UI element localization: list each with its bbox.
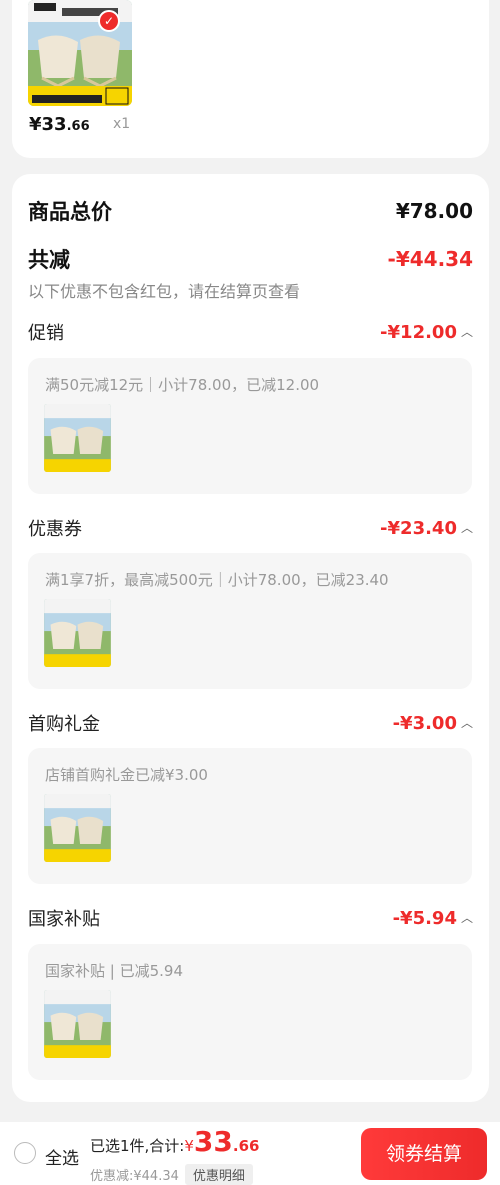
total-reduce-label: 共减 bbox=[28, 248, 70, 272]
total-summary: 已选1件,合计: ¥ 33 .66 bbox=[90, 1128, 259, 1156]
product-price: ¥33.66 bbox=[29, 114, 90, 135]
select-all-label[interactable]: 全选 bbox=[45, 1144, 79, 1169]
discount-breakdown-card: 商品总价 ¥78.00 共减 -¥44.34 以下优惠不包含红包，请在结算页查看… bbox=[12, 174, 489, 1102]
product-card: ✓ ¥33.66 x1 bbox=[12, 0, 489, 158]
discount-note: 以下优惠不包含红包，请在结算页查看 bbox=[28, 282, 301, 301]
chevron-up-icon: ︿ bbox=[460, 910, 473, 925]
section-value: -¥5.94 bbox=[392, 907, 457, 929]
section-title: 首购礼金 bbox=[28, 714, 100, 735]
section-value: -¥12.00 bbox=[380, 321, 457, 343]
section-promotion-header[interactable]: 促销 -¥12.00 ︿ bbox=[28, 319, 473, 345]
section-desc: 满1享7折，最高减500元｜小计78.00，已减23.40 bbox=[45, 571, 389, 589]
select-all-radio[interactable] bbox=[14, 1142, 36, 1164]
section-title: 促销 bbox=[28, 323, 64, 344]
section-coupon-detail: 满1享7折，最高减500元｜小计78.00，已减23.40 bbox=[28, 553, 472, 689]
goods-total-value: ¥78.00 bbox=[395, 199, 473, 223]
chevron-up-icon: ︿ bbox=[460, 715, 473, 730]
product-quantity: x1 bbox=[113, 116, 131, 132]
section-national-subsidy-detail: 国家补贴 | 已减5.94 bbox=[28, 944, 472, 1080]
saving-row: 优惠减:¥44.34 优惠明细 bbox=[90, 1164, 253, 1185]
section-desc: 满50元减12元｜小计78.00，已减12.00 bbox=[45, 376, 320, 394]
section-promotion-detail: 满50元减12元｜小计78.00，已减12.00 bbox=[28, 358, 472, 494]
section-first-purchase-header[interactable]: 首购礼金 -¥3.00 ︿ bbox=[28, 710, 473, 736]
product-thumbnail bbox=[44, 990, 111, 1058]
chevron-up-icon: ︿ bbox=[460, 324, 473, 339]
section-desc: 店铺首购礼金已减¥3.00 bbox=[45, 766, 208, 784]
section-title: 国家补贴 bbox=[28, 909, 100, 930]
product-thumbnail bbox=[44, 794, 111, 862]
chevron-up-icon: ︿ bbox=[460, 520, 473, 535]
section-national-subsidy-header[interactable]: 国家补贴 -¥5.94 ︿ bbox=[28, 905, 473, 931]
total-amount-int: 33 bbox=[193, 1125, 233, 1158]
goods-total-row: 商品总价 ¥78.00 bbox=[28, 196, 473, 226]
checkout-button[interactable]: 领券结算 bbox=[361, 1128, 487, 1180]
section-desc: 国家补贴 | 已减5.94 bbox=[45, 962, 183, 980]
goods-total-label: 商品总价 bbox=[28, 200, 112, 224]
total-amount-dec: .66 bbox=[232, 1137, 260, 1155]
total-reduce-row: 共减 -¥44.34 bbox=[28, 244, 473, 274]
total-reduce-value: -¥44.34 bbox=[387, 247, 473, 271]
section-coupon-header[interactable]: 优惠券 -¥23.40 ︿ bbox=[28, 515, 473, 541]
product-thumbnail bbox=[44, 599, 111, 667]
section-value: -¥3.00 bbox=[392, 712, 457, 734]
section-first-purchase-detail: 店铺首购礼金已减¥3.00 bbox=[28, 748, 472, 884]
selected-count-text: 已选1件,合计: bbox=[90, 1137, 185, 1155]
discount-detail-button[interactable]: 优惠明细 bbox=[184, 1164, 253, 1185]
section-value: -¥23.40 bbox=[380, 517, 457, 539]
checkout-bar: 全选 已选1件,合计: ¥ 33 .66 优惠减:¥44.34 优惠明细 领券结… bbox=[0, 1122, 500, 1185]
total-currency: ¥ bbox=[184, 1137, 194, 1155]
selected-check-icon[interactable]: ✓ bbox=[98, 10, 120, 32]
section-title: 优惠券 bbox=[28, 519, 82, 540]
product-thumbnail bbox=[44, 404, 111, 472]
saving-text: 优惠减:¥44.34 bbox=[90, 1169, 179, 1184]
